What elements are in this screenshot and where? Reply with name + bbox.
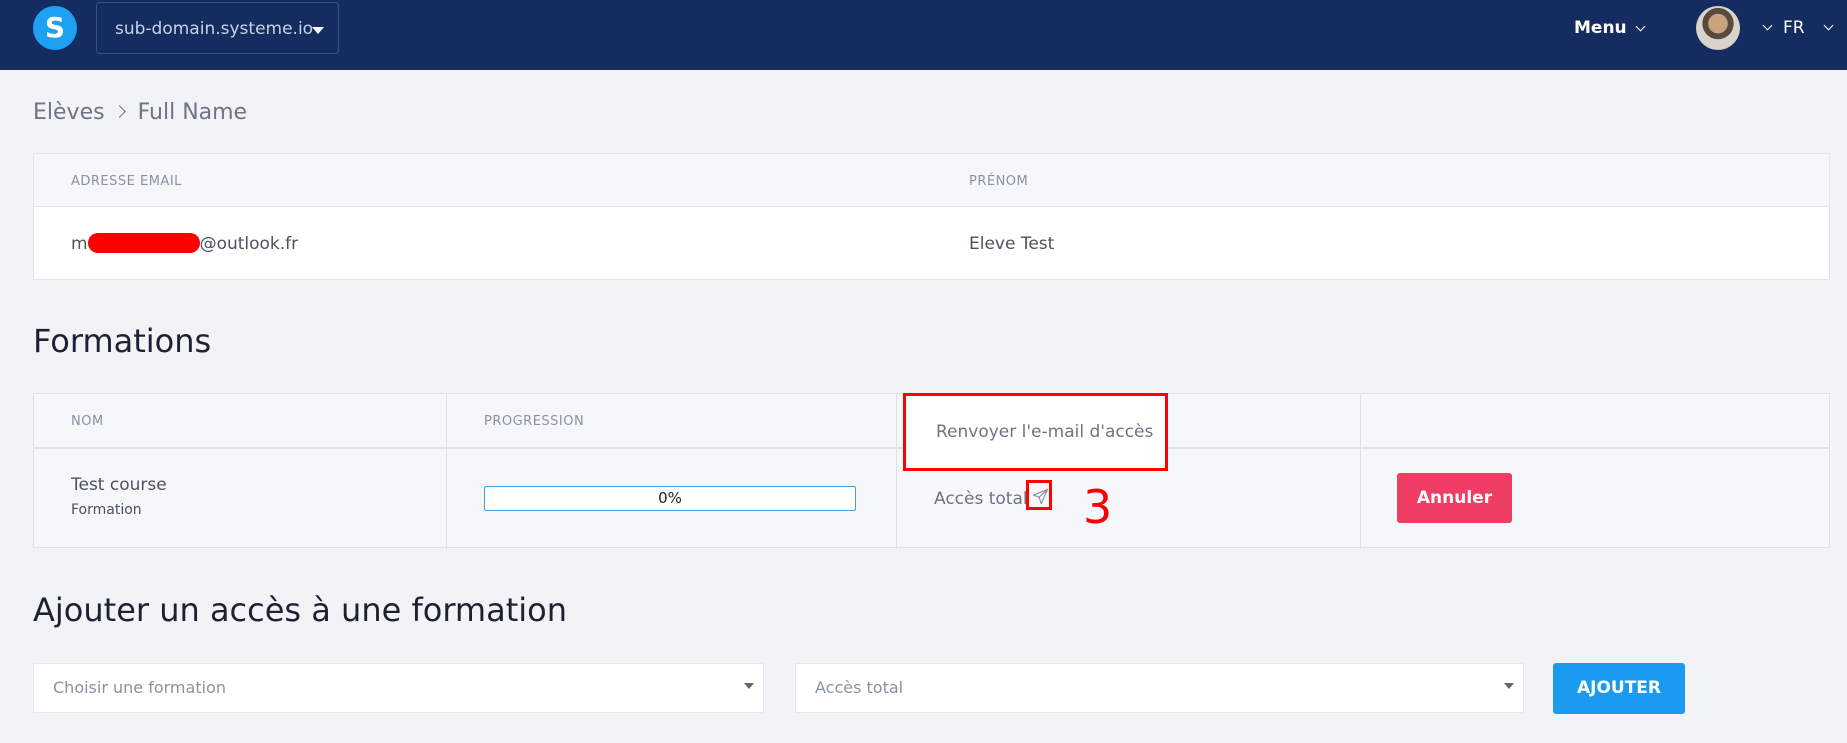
chevron-right-icon bbox=[112, 105, 126, 118]
add-button[interactable]: AJOUTER bbox=[1553, 663, 1685, 714]
access-select-value: Accès total bbox=[815, 678, 904, 697]
column-divider bbox=[446, 394, 447, 549]
chevron-down-icon[interactable] bbox=[1762, 20, 1773, 31]
progress-label: 0% bbox=[658, 489, 682, 507]
student-info-header: ADRESSE EMAIL PRÉNOM bbox=[34, 154, 1829, 207]
email-suffix: @outlook.fr bbox=[199, 234, 299, 254]
send-icon[interactable] bbox=[1026, 480, 1052, 510]
avatar[interactable] bbox=[1696, 6, 1740, 50]
course-select[interactable]: Choisir une formation bbox=[33, 663, 764, 713]
language-selector[interactable]: FR bbox=[1783, 18, 1805, 38]
top-navbar: S sub-domain.systeme.io Menu FR bbox=[0, 0, 1847, 70]
column-divider bbox=[1360, 394, 1361, 549]
student-email: m @outlook.fr bbox=[71, 233, 299, 254]
breadcrumb-parent-link[interactable]: Elèves bbox=[33, 100, 105, 125]
domain-selector[interactable]: sub-domain.systeme.io bbox=[96, 2, 339, 54]
course-type: Formation bbox=[71, 502, 142, 518]
caret-down-icon bbox=[744, 683, 754, 689]
redaction-mark bbox=[87, 233, 200, 253]
caret-down-icon bbox=[1504, 683, 1514, 689]
chevron-down-icon[interactable] bbox=[1823, 20, 1834, 31]
student-info-card: ADRESSE EMAIL PRÉNOM m @outlook.fr Eleve … bbox=[33, 153, 1830, 280]
resend-email-tooltip: Renvoyer l'e-mail d'accès bbox=[903, 393, 1168, 471]
breadcrumb-current: Full Name bbox=[137, 100, 248, 125]
email-prefix: m bbox=[71, 234, 88, 254]
chevron-down-icon bbox=[1635, 21, 1646, 32]
access-level: Accès total bbox=[934, 489, 1028, 509]
access-select[interactable]: Accès total bbox=[795, 663, 1524, 713]
course-name: Test course bbox=[71, 475, 167, 495]
paper-plane-icon bbox=[1032, 488, 1049, 505]
annotation-number: 3 bbox=[1083, 480, 1113, 534]
column-header-email: ADRESSE EMAIL bbox=[71, 174, 182, 189]
breadcrumb: Elèves Full Name bbox=[33, 100, 247, 125]
cancel-button[interactable]: Annuler bbox=[1397, 473, 1512, 523]
menu-label: Menu bbox=[1574, 18, 1627, 38]
course-select-placeholder: Choisir une formation bbox=[53, 678, 226, 697]
column-header-first-name: PRÉNOM bbox=[969, 174, 1029, 189]
systeme-logo-icon[interactable]: S bbox=[33, 6, 77, 50]
menu-button[interactable]: Menu bbox=[1574, 18, 1646, 38]
student-first-name: Eleve Test bbox=[969, 234, 1055, 254]
caret-down-icon bbox=[312, 27, 324, 34]
formations-title: Formations bbox=[33, 322, 212, 360]
column-header-name: NOM bbox=[71, 414, 104, 429]
add-access-title: Ajouter un accès à une formation bbox=[33, 591, 567, 629]
column-divider bbox=[896, 394, 897, 549]
domain-label: sub-domain.systeme.io bbox=[115, 19, 314, 39]
column-header-progress: PROGRESSION bbox=[484, 414, 585, 429]
progress-bar: 0% bbox=[484, 486, 856, 511]
